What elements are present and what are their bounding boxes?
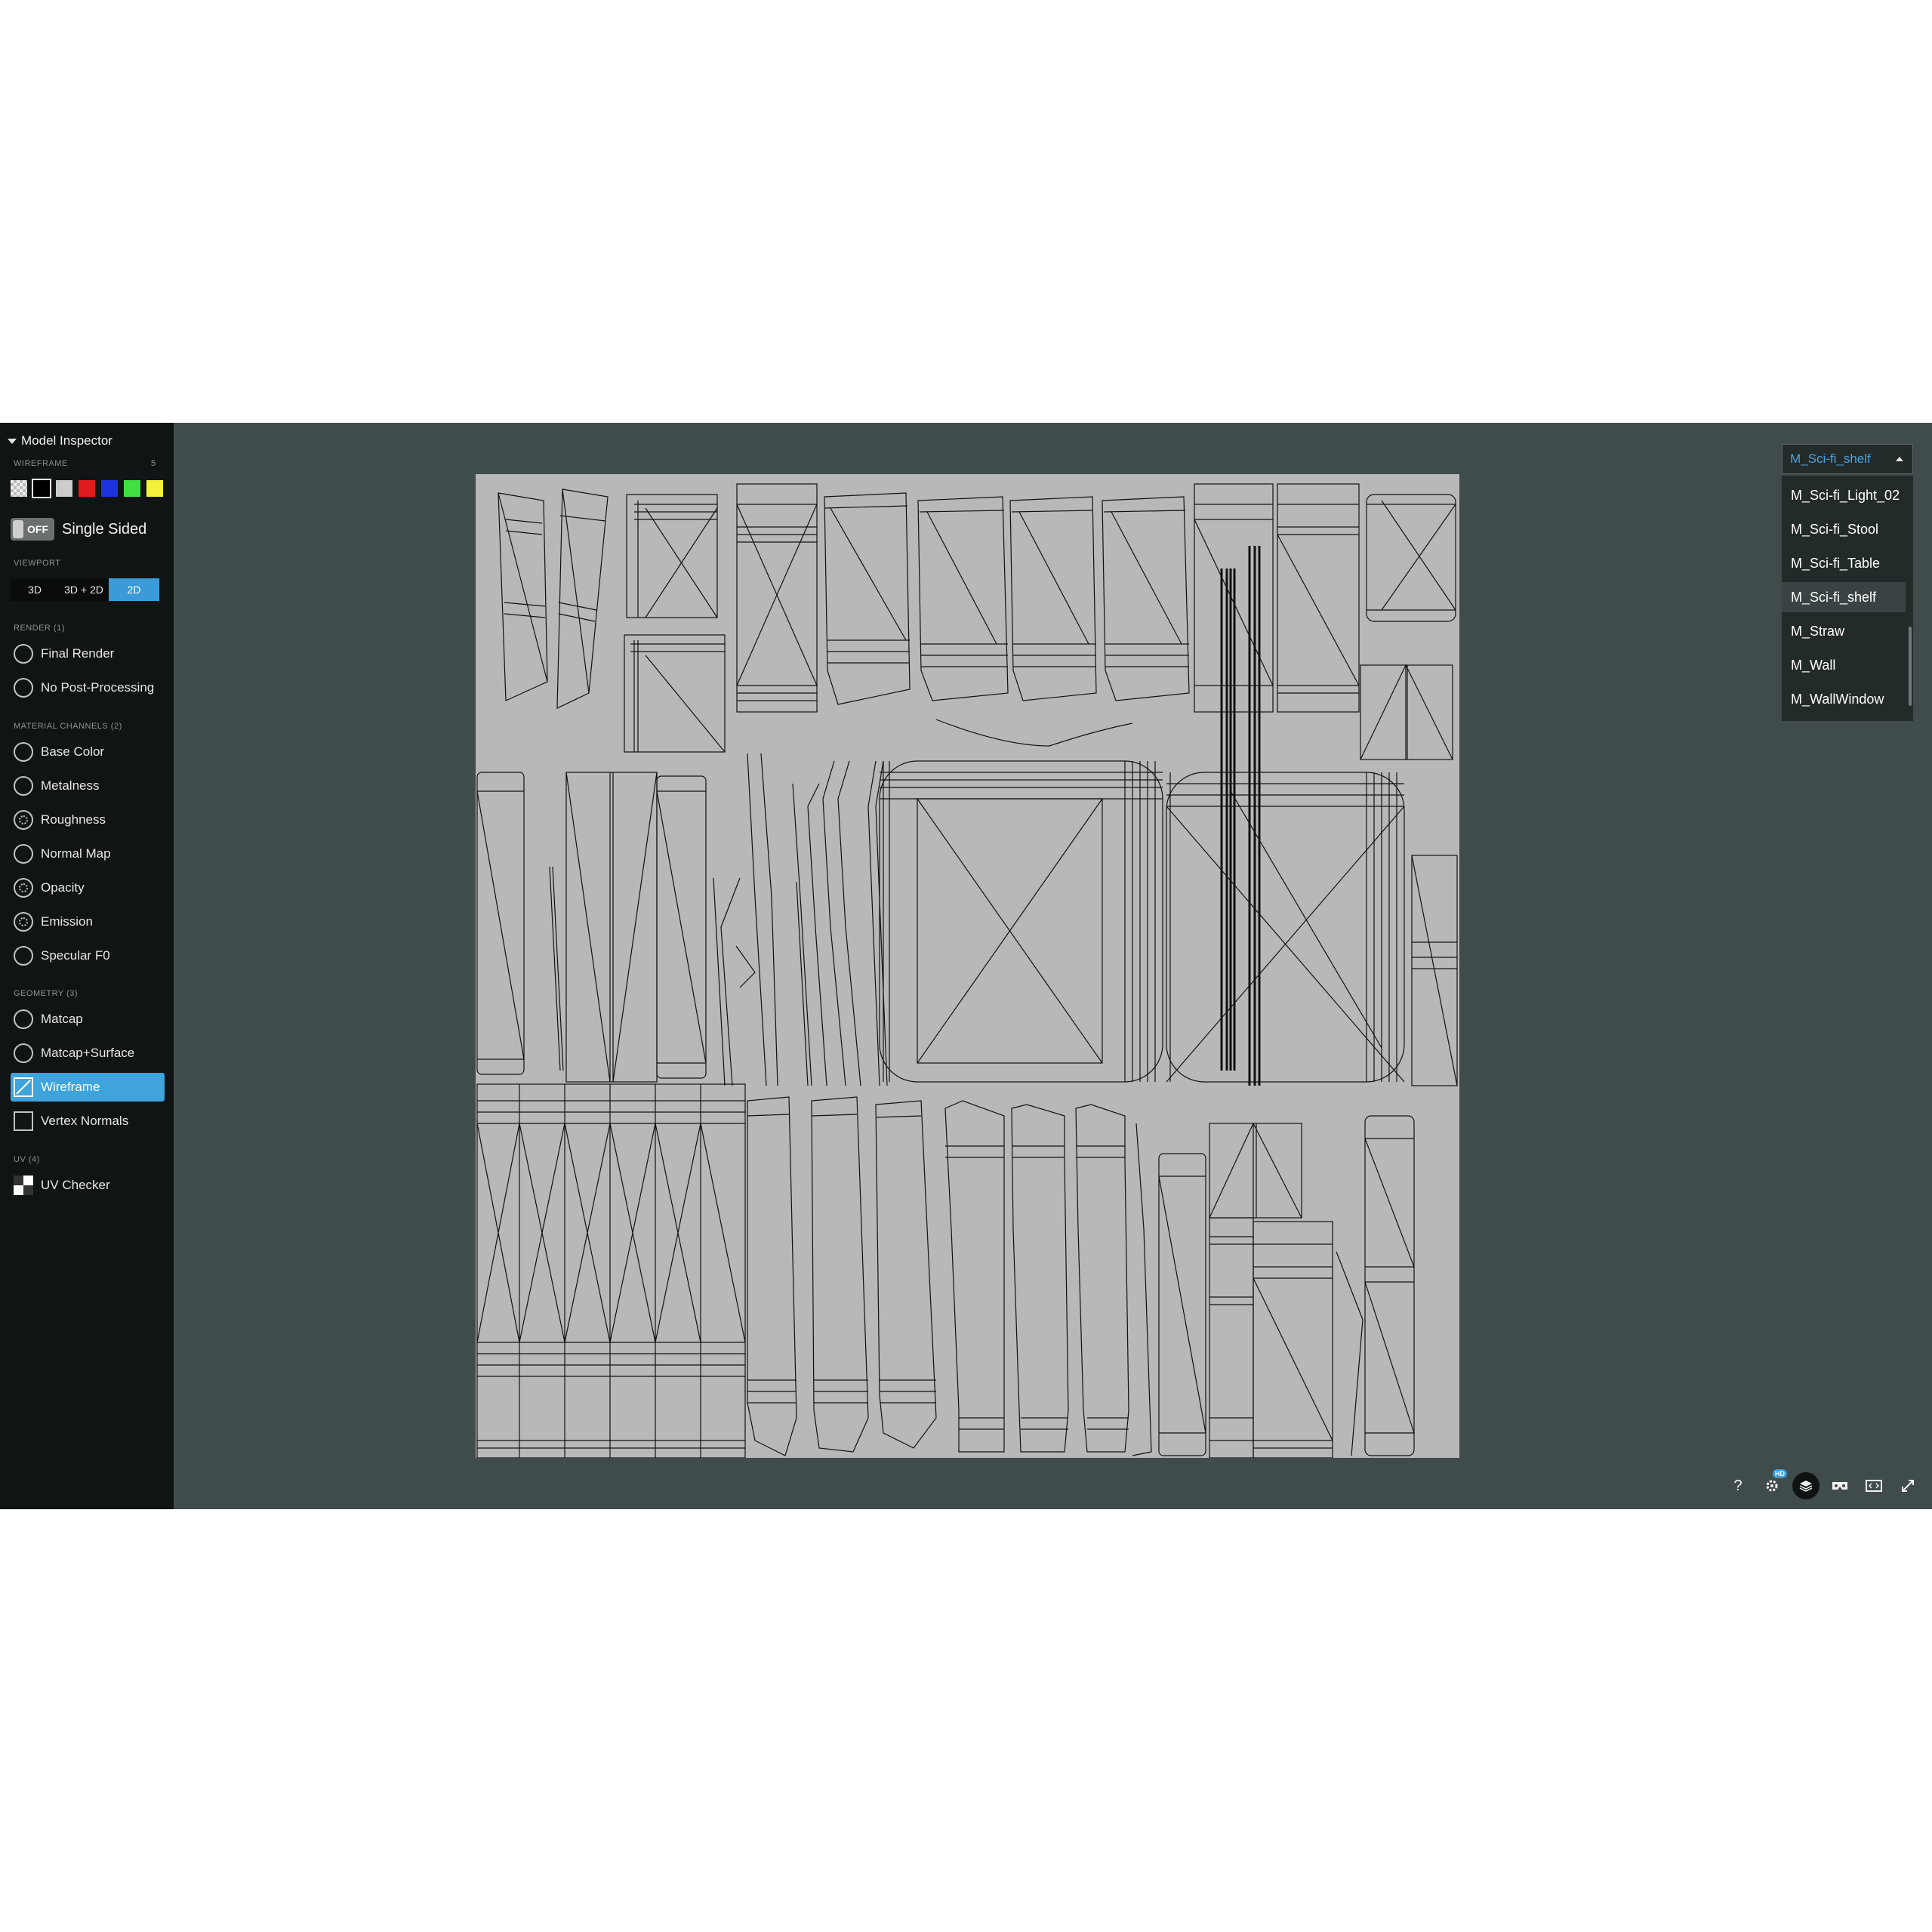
menu-opacity[interactable]: Opacity (11, 874, 165, 902)
menu-final-render[interactable]: Final Render (11, 639, 165, 668)
settings-icon[interactable]: HD (1758, 1469, 1787, 1499)
hd-badge: HD (1773, 1469, 1787, 1478)
uv-wireframe-drawing (476, 483, 1458, 1458)
material-option[interactable]: M_Sci-fi_Stool (1782, 514, 1906, 544)
single-sided-toggle[interactable]: OFF (11, 518, 54, 541)
viewport-section-label: VIEWPORT (14, 559, 61, 568)
base-color-icon (14, 742, 33, 762)
matcap-icon (14, 1009, 33, 1029)
menu-label: Normal Map (41, 846, 111, 861)
material-option[interactable]: M_Wall (1782, 650, 1906, 680)
model-viewer: Model Inspector WIREFRAME 5 OFF Single S… (0, 423, 1932, 1509)
wireframe-icon (14, 1077, 33, 1097)
wireframe-section-label: WIREFRAME (14, 459, 68, 468)
menu-wireframe[interactable]: Wireframe (11, 1073, 165, 1102)
menu-label: UV Checker (41, 1178, 110, 1192)
wireframe-count: 5 (151, 459, 156, 468)
specular-f0-icon (14, 946, 33, 966)
menu-matcap[interactable]: Matcap (11, 1005, 165, 1034)
uv-islands-middle-row (476, 546, 1458, 1086)
uv-islands-top-row (498, 483, 1456, 760)
viewport-3d-button[interactable]: 3D (11, 578, 59, 601)
viewport-2d-button[interactable]: 2D (109, 578, 159, 601)
menu-label: Roughness (41, 812, 106, 827)
normal-map-icon (14, 844, 33, 864)
menu-label: Metalness (41, 778, 100, 793)
menu-label: Emission (41, 914, 93, 929)
model-inspector-panel: Model Inspector WIREFRAME 5 OFF Single S… (0, 423, 174, 1509)
material-options-list: M_Sci-fi_Light_02 M_Sci-fi_Stool M_Sci-f… (1782, 476, 1913, 721)
fullscreen-icon[interactable] (1894, 1472, 1921, 1499)
single-sided-row: OFF Single Sided (11, 518, 146, 541)
swatch-red[interactable] (77, 479, 97, 498)
viewport-switch: 3D 3D + 2D 2D (11, 578, 159, 601)
menu-label: Final Render (41, 646, 115, 661)
panel-header[interactable]: Model Inspector (8, 433, 112, 448)
menu-label: Matcap (41, 1012, 83, 1026)
uv-islands-bottom-row (476, 1083, 1415, 1458)
menu-label: No Post-Processing (41, 680, 155, 695)
swatch-green[interactable] (122, 479, 142, 498)
menu-emission[interactable]: Emission (11, 907, 165, 936)
material-select-value: M_Sci-fi_shelf (1790, 451, 1871, 466)
vr-icon[interactable] (1826, 1472, 1853, 1499)
menu-normal-map[interactable]: Normal Map (11, 840, 165, 868)
menu-no-post-processing[interactable]: No Post-Processing (11, 673, 165, 702)
menu-label: Vertex Normals (41, 1114, 129, 1128)
menu-label: Matcap+Surface (41, 1046, 135, 1060)
geometry-section-label: GEOMETRY (3) (14, 989, 79, 998)
uv-checker-icon (14, 1176, 33, 1195)
menu-label: Base Color (41, 744, 105, 759)
final-render-icon (14, 644, 33, 664)
vertex-normals-icon (14, 1111, 33, 1131)
toggle-state: OFF (27, 523, 48, 535)
menu-matcap-surface[interactable]: Matcap+Surface (11, 1039, 165, 1068)
viewport-3d-2d-button[interactable]: 3D + 2D (59, 578, 109, 601)
material-option-selected[interactable]: M_Sci-fi_shelf (1782, 582, 1906, 612)
collapse-caret-icon (8, 438, 17, 444)
embed-icon[interactable] (1860, 1472, 1887, 1499)
material-option[interactable]: M_Sci-fi_Table (1782, 548, 1906, 578)
menu-specular-f0[interactable]: Specular F0 (11, 941, 165, 970)
menu-metalness[interactable]: Metalness (11, 772, 165, 800)
roughness-icon (14, 810, 33, 830)
menu-roughness[interactable]: Roughness (11, 806, 165, 834)
menu-base-color[interactable]: Base Color (11, 738, 165, 766)
caret-up-icon (1896, 457, 1903, 461)
uv-wireframe-canvas[interactable] (476, 474, 1459, 1458)
toggle-knob (13, 520, 23, 538)
render-section-label: RENDER (1) (14, 624, 65, 633)
wireframe-color-swatches (9, 479, 165, 498)
options-scrollbar[interactable] (1909, 627, 1912, 706)
material-option[interactable]: M_WallWindow (1782, 684, 1906, 714)
swatch-transparent[interactable] (9, 479, 29, 498)
material-channels-section-label: MATERIAL CHANNELS (2) (14, 722, 122, 731)
menu-label: Specular F0 (41, 948, 110, 963)
menu-uv-checker[interactable]: UV Checker (11, 1171, 165, 1200)
swatch-blue[interactable] (100, 479, 119, 498)
swatch-black[interactable] (32, 479, 51, 498)
panel-title: Model Inspector (21, 433, 112, 448)
menu-vertex-normals[interactable]: Vertex Normals (11, 1107, 165, 1135)
swatch-grey[interactable] (54, 479, 74, 498)
uv-section-label: UV (4) (14, 1155, 40, 1164)
metalness-icon (14, 776, 33, 796)
emission-icon (14, 912, 33, 932)
layers-icon[interactable] (1792, 1472, 1820, 1499)
menu-label: Wireframe (41, 1080, 100, 1094)
material-select[interactable]: M_Sci-fi_shelf (1782, 444, 1913, 474)
single-sided-label: Single Sided (62, 520, 147, 538)
menu-label: Opacity (41, 880, 85, 895)
swatch-yellow[interactable] (145, 479, 165, 498)
no-post-processing-icon (14, 678, 33, 698)
help-icon[interactable]: ? (1724, 1472, 1752, 1499)
material-option[interactable]: M_Straw (1782, 616, 1906, 646)
matcap-surface-icon (14, 1043, 33, 1063)
opacity-icon (14, 878, 33, 898)
material-option[interactable]: M_Sci-fi_Light_02 (1782, 480, 1906, 510)
